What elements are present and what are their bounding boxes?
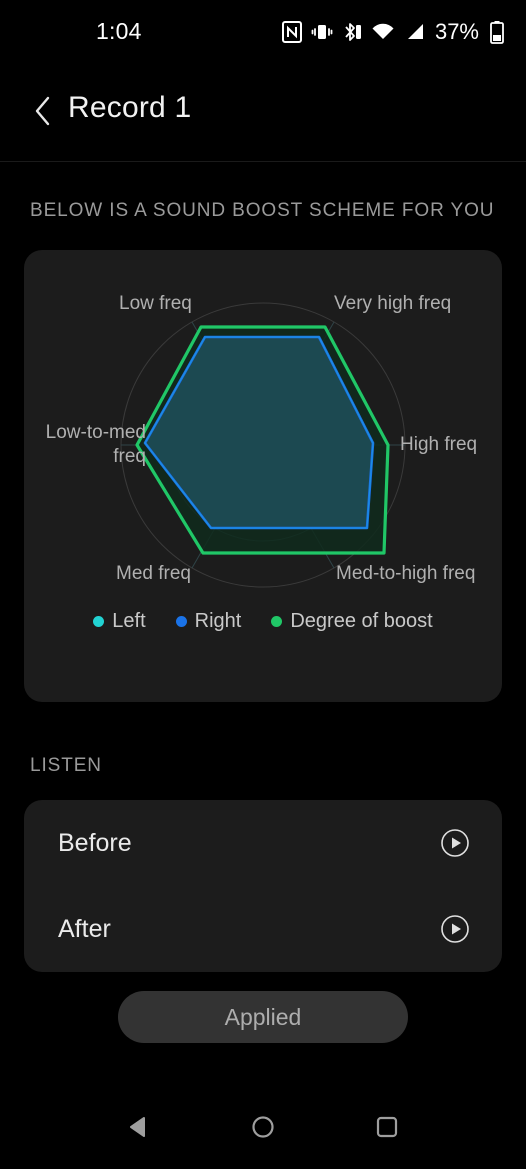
play-circle-icon (440, 829, 470, 862)
play-before-button[interactable] (440, 828, 470, 858)
scheme-section-header: BELOW IS A SOUND BOOST SCHEME FOR YOU (30, 200, 495, 221)
battery-icon (490, 20, 504, 44)
chevron-left-icon (34, 96, 52, 131)
status-bar-clock: 1:04 (96, 18, 142, 44)
listen-label-before: Before (58, 828, 132, 857)
wifi-icon (371, 21, 395, 43)
back-button[interactable] (22, 92, 64, 134)
legend-dot-left (93, 616, 105, 627)
sound-boost-chart-card: Low freq Very high freq High freq Low-to… (24, 250, 502, 702)
circle-home-icon (251, 1115, 275, 1144)
legend-dot-right (175, 616, 187, 627)
listen-label-after: After (58, 914, 111, 943)
android-nav-bar (0, 1090, 526, 1169)
legend-item-right: Right (175, 610, 242, 633)
nav-home-button[interactable] (223, 1090, 303, 1169)
applied-button[interactable]: Applied (118, 991, 408, 1043)
play-after-button[interactable] (440, 914, 470, 944)
app-bar: Record 1 (0, 62, 526, 162)
cellular-signal-icon (404, 21, 426, 43)
legend-dot-degree-of-boost (271, 616, 283, 627)
axis-label-med-to-high-freq: Med-to-high freq (336, 563, 476, 584)
listen-card: Before After (24, 800, 502, 972)
listen-section-header: LISTEN (30, 755, 102, 776)
battery-percent-label: 37% (434, 19, 479, 44)
legend-item-degree-of-boost: Degree of boost (271, 610, 433, 633)
axis-label-low-freq: Low freq (119, 293, 192, 314)
legend-label-left: Left (112, 610, 146, 632)
radar-chart: Low freq Very high freq High freq Low-to… (24, 250, 502, 620)
square-recents-icon (375, 1115, 399, 1144)
page-title: Record 1 (68, 91, 192, 124)
legend-label-right: Right (194, 610, 242, 632)
legend-item-left: Left (93, 610, 146, 633)
chart-legend: Left Right Degree of boost (24, 610, 502, 633)
nav-recents-button[interactable] (347, 1090, 427, 1169)
axis-label-high-freq: High freq (400, 434, 478, 455)
vibrate-icon (311, 21, 333, 43)
listen-row-before[interactable]: Before (24, 800, 502, 886)
listen-row-after[interactable]: After (24, 886, 502, 972)
triangle-back-icon (126, 1114, 152, 1145)
axis-label-very-high-freq: Very high freq (334, 293, 452, 314)
phone-screen: 1:04 37% Record 1 BELOW IS A SOUND BOOST… (0, 0, 526, 1169)
status-bar: 1:04 37% (0, 0, 526, 62)
bluetooth-icon (342, 21, 362, 43)
nfc-icon (281, 21, 302, 43)
axis-label-low-to-med-freq: Low-to-med freq (45, 422, 146, 467)
play-circle-icon (440, 915, 470, 948)
nav-back-button[interactable] (99, 1090, 179, 1169)
legend-label-degree-of-boost: Degree of boost (290, 610, 433, 632)
status-bar-icons: 37% (281, 19, 504, 45)
axis-label-med-freq: Med freq (116, 563, 191, 584)
